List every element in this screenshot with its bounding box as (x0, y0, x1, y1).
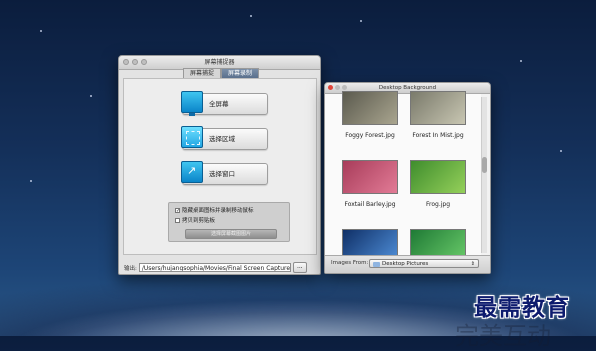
window-controls (123, 59, 147, 65)
select-window-button[interactable]: 选择窗口 (181, 161, 268, 185)
star (560, 150, 562, 152)
image-thumbnail[interactable] (410, 160, 466, 194)
window-title: 屏幕捕捉器 (204, 59, 235, 66)
minimize-button[interactable] (132, 59, 138, 65)
monitor-icon (181, 91, 203, 116)
images-from-select[interactable]: Desktop Pictures ⇕ (369, 259, 479, 268)
star (360, 20, 362, 22)
browse-button[interactable]: ... (292, 262, 307, 273)
images-from-label: Images From: (331, 260, 369, 266)
output-path-field[interactable]: /Users/hujangsophia/Movies/Final Screen … (138, 263, 291, 272)
watermark-subtext: 完美互动 (455, 322, 551, 350)
select-value: Desktop Pictures (382, 261, 429, 267)
option-hide-icons[interactable]: ✓ 隐藏桌面图标并录制移动鼠标 (175, 206, 254, 214)
star (520, 60, 522, 62)
image-caption: Foggy Forest.jpg (345, 132, 395, 139)
region-icon (181, 126, 203, 148)
select-region-button[interactable]: 选择区域 (181, 126, 268, 150)
image-caption: Foxtail Barley.jpg (344, 201, 396, 208)
button-label: 全屏幕 (209, 100, 229, 108)
star (250, 15, 252, 17)
minimize-button[interactable] (335, 85, 340, 90)
button-label: 选择区域 (209, 135, 235, 143)
close-button[interactable] (123, 59, 129, 65)
output-row: 输出: /Users/hujangsophia/Movies/Final Scr… (124, 262, 307, 273)
save-screenshot-button[interactable]: 选择屏幕截图图片 (185, 229, 277, 239)
background-footer: Images From: Desktop Pictures ⇕ (325, 255, 490, 273)
output-label: 输出: (124, 265, 137, 272)
star (30, 180, 32, 182)
checkbox-checked[interactable]: ✓ (175, 207, 180, 213)
option-copy-clipboard[interactable]: 拷贝到剪贴板 (175, 216, 215, 224)
star (40, 30, 42, 32)
image-grid: Foggy Forest.jpg Forest In Mist.jpg Foxt… (325, 91, 481, 263)
fullscreen-button[interactable]: 全屏幕 (181, 91, 268, 116)
scrollbar[interactable] (481, 97, 487, 253)
zoom-button[interactable] (141, 59, 147, 65)
options-group: ✓ 隐藏桌面图标并录制移动鼠标 拷贝到剪贴板 选择屏幕截图图片 (168, 202, 290, 242)
option-label: 隐藏桌面图标并录制移动鼠标 (182, 208, 254, 214)
scroll-thumb[interactable] (482, 157, 487, 173)
desktop-background-window: Desktop Background Foggy Forest.jpg Fore… (324, 82, 491, 274)
image-caption: Forest In Mist.jpg (412, 132, 464, 139)
checkbox-unchecked[interactable] (175, 217, 180, 223)
folder-icon (373, 262, 380, 267)
capture-panel: 全屏幕 选择区域 选择窗口 ✓ 隐藏桌面图标并录制移动鼠标 拷贝到剪贴板 选择屏… (123, 78, 317, 255)
chevron-updown-icon: ⇕ (470, 261, 475, 267)
option-label: 拷贝到剪贴板 (182, 218, 216, 224)
image-caption: Frog.jpg (425, 201, 451, 208)
close-button[interactable] (328, 85, 333, 90)
image-thumbnail[interactable] (342, 160, 398, 194)
screen-capture-window: 屏幕捕捉器 屏幕捕捉 屏幕录制 全屏幕 选择区域 选择窗口 ✓ 隐藏桌面图标并录… (118, 55, 321, 275)
window-icon (181, 161, 203, 183)
image-thumbnail[interactable] (342, 91, 398, 125)
button-label: 选择窗口 (209, 170, 235, 178)
zoom-button[interactable] (342, 85, 347, 90)
desktop: { "capture_window": { "title": "屏幕捕捉器", … (0, 0, 596, 350)
window-controls (328, 85, 347, 90)
star (90, 95, 92, 97)
image-thumbnail[interactable] (410, 91, 466, 125)
